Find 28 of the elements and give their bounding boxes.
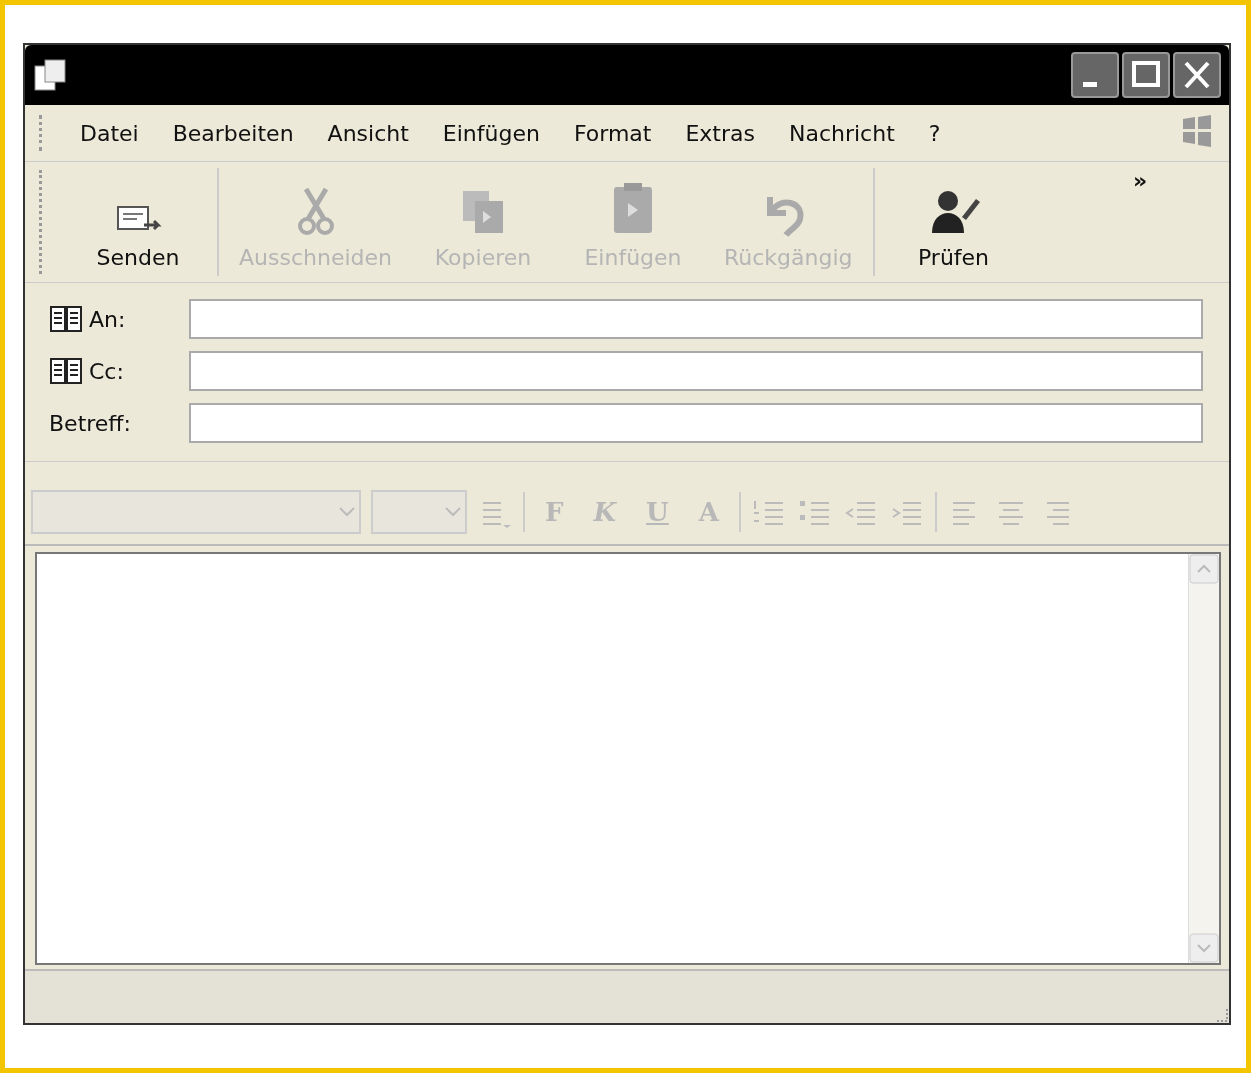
close-button[interactable]	[1173, 52, 1221, 98]
minimize-button[interactable]	[1071, 52, 1119, 98]
field-label: Cc:	[89, 358, 124, 384]
check-button[interactable]: Prüfen	[878, 162, 1029, 282]
address-book-icon[interactable]	[49, 304, 83, 334]
scroll-down-icon[interactable]	[1189, 933, 1219, 963]
address-field[interactable]	[189, 351, 1203, 391]
menu-item[interactable]: Datei	[63, 116, 156, 150]
menu-item[interactable]: Einfügen	[425, 116, 557, 150]
subject-field[interactable]	[189, 403, 1203, 443]
menu-item[interactable]: ?	[911, 116, 958, 150]
overflow-button[interactable]: »	[1065, 162, 1215, 205]
document-icon	[33, 58, 67, 92]
send-button[interactable]: Senden	[63, 162, 213, 282]
menu-item[interactable]: Bearbeiten	[155, 116, 311, 150]
menu-item[interactable]: Ansicht	[310, 116, 426, 150]
size-dropdown[interactable]	[371, 490, 467, 534]
field-label: An:	[89, 306, 126, 332]
address-field[interactable]	[189, 299, 1203, 339]
menu-item[interactable]: Nachricht	[772, 116, 912, 150]
menu-item[interactable]: Format	[556, 116, 669, 150]
menu-item[interactable]: Extras	[668, 116, 772, 150]
scrollbar[interactable]	[1188, 554, 1219, 963]
maximize-button[interactable]	[1122, 52, 1170, 98]
scroll-up-icon[interactable]	[1189, 554, 1219, 584]
scissors-icon	[295, 185, 336, 237]
address-book-icon[interactable]	[49, 356, 83, 386]
field-label: Betreff:	[49, 410, 131, 436]
